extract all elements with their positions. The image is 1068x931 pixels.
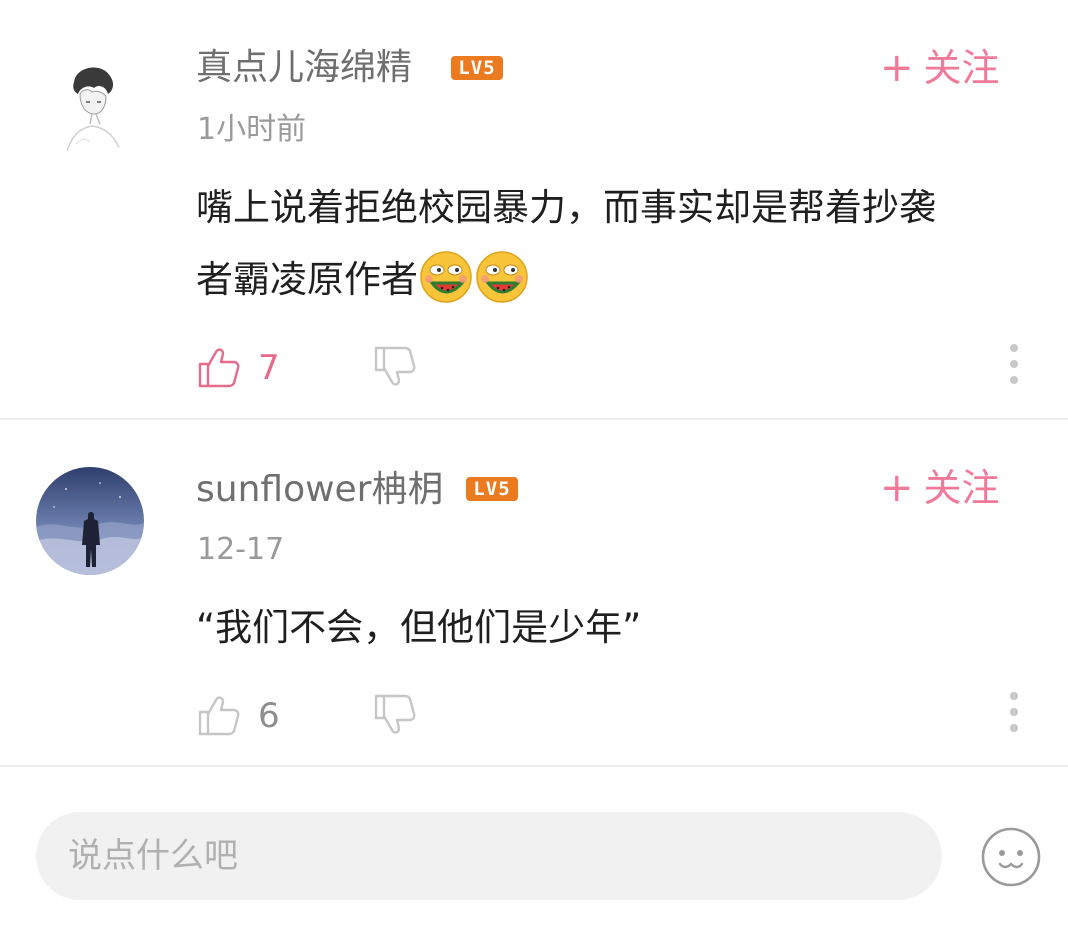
thumbs-up-icon	[198, 696, 240, 736]
more-options-icon[interactable]	[1002, 344, 1026, 388]
smiley-face-icon[interactable]	[980, 826, 1042, 888]
comment-time: 1小时前	[197, 112, 307, 147]
follow-label: 关注	[923, 46, 1000, 90]
comment-actions: 7	[196, 342, 1036, 392]
comment-text-line-2-text: 者霸凌原作者	[196, 258, 418, 301]
comment-time: 12-17	[197, 532, 285, 567]
more-options-icon[interactable]	[1002, 692, 1026, 736]
avatar[interactable]	[36, 48, 144, 156]
like-button[interactable]: 6	[196, 690, 306, 740]
comment-text: 嘴上说着拒绝校园暴力，而事实却是帮着抄袭 者霸凌原作者	[196, 172, 1036, 316]
comment-item: sunflower柟枂 LV5 + 关注 12-17 “我们不会，但他们是少年” …	[0, 420, 1068, 765]
username[interactable]: sunflower柟枂	[196, 472, 443, 508]
avatar[interactable]	[36, 467, 144, 575]
comment-item: 真点儿海绵精 LV5 + 关注 1小时前 嘴上说着拒绝校园暴力，而事实却是帮着抄袭…	[0, 0, 1068, 418]
comment-text: “我们不会，但他们是少年”	[196, 606, 642, 649]
plus-icon: +	[880, 45, 914, 91]
comment-input-bar: 说点什么吧	[0, 780, 1068, 931]
comment-text-line-2: 者霸凌原作者	[196, 244, 1036, 316]
plus-icon: +	[880, 465, 914, 511]
thumbs-down-icon	[374, 346, 416, 386]
thumbs-down-icon	[374, 694, 416, 734]
like-count: 7	[258, 348, 280, 388]
like-count: 6	[258, 696, 280, 736]
comment-input[interactable]: 说点什么吧	[36, 812, 942, 900]
comment-text-line: 嘴上说着拒绝校园暴力，而事实却是帮着抄袭	[196, 186, 936, 229]
eating-watermelon-emoji-icon	[420, 250, 472, 303]
comment-actions: 6	[196, 690, 1036, 740]
dislike-button[interactable]	[372, 690, 422, 740]
follow-button[interactable]: + 关注	[880, 48, 1000, 88]
username[interactable]: 真点儿海绵精	[196, 50, 412, 86]
thumbs-up-icon	[198, 348, 240, 388]
follow-label: 关注	[923, 466, 1000, 510]
divider	[0, 765, 1068, 767]
follow-button[interactable]: + 关注	[880, 468, 1000, 508]
eating-watermelon-emoji-icon	[476, 250, 528, 303]
comments-page: 真点儿海绵精 LV5 + 关注 1小时前 嘴上说着拒绝校园暴力，而事实却是帮着抄袭…	[0, 0, 1068, 931]
dislike-button[interactable]	[372, 342, 422, 392]
like-button[interactable]: 7	[196, 342, 306, 392]
level-badge: LV5	[451, 56, 503, 80]
level-badge: LV5	[466, 477, 518, 501]
